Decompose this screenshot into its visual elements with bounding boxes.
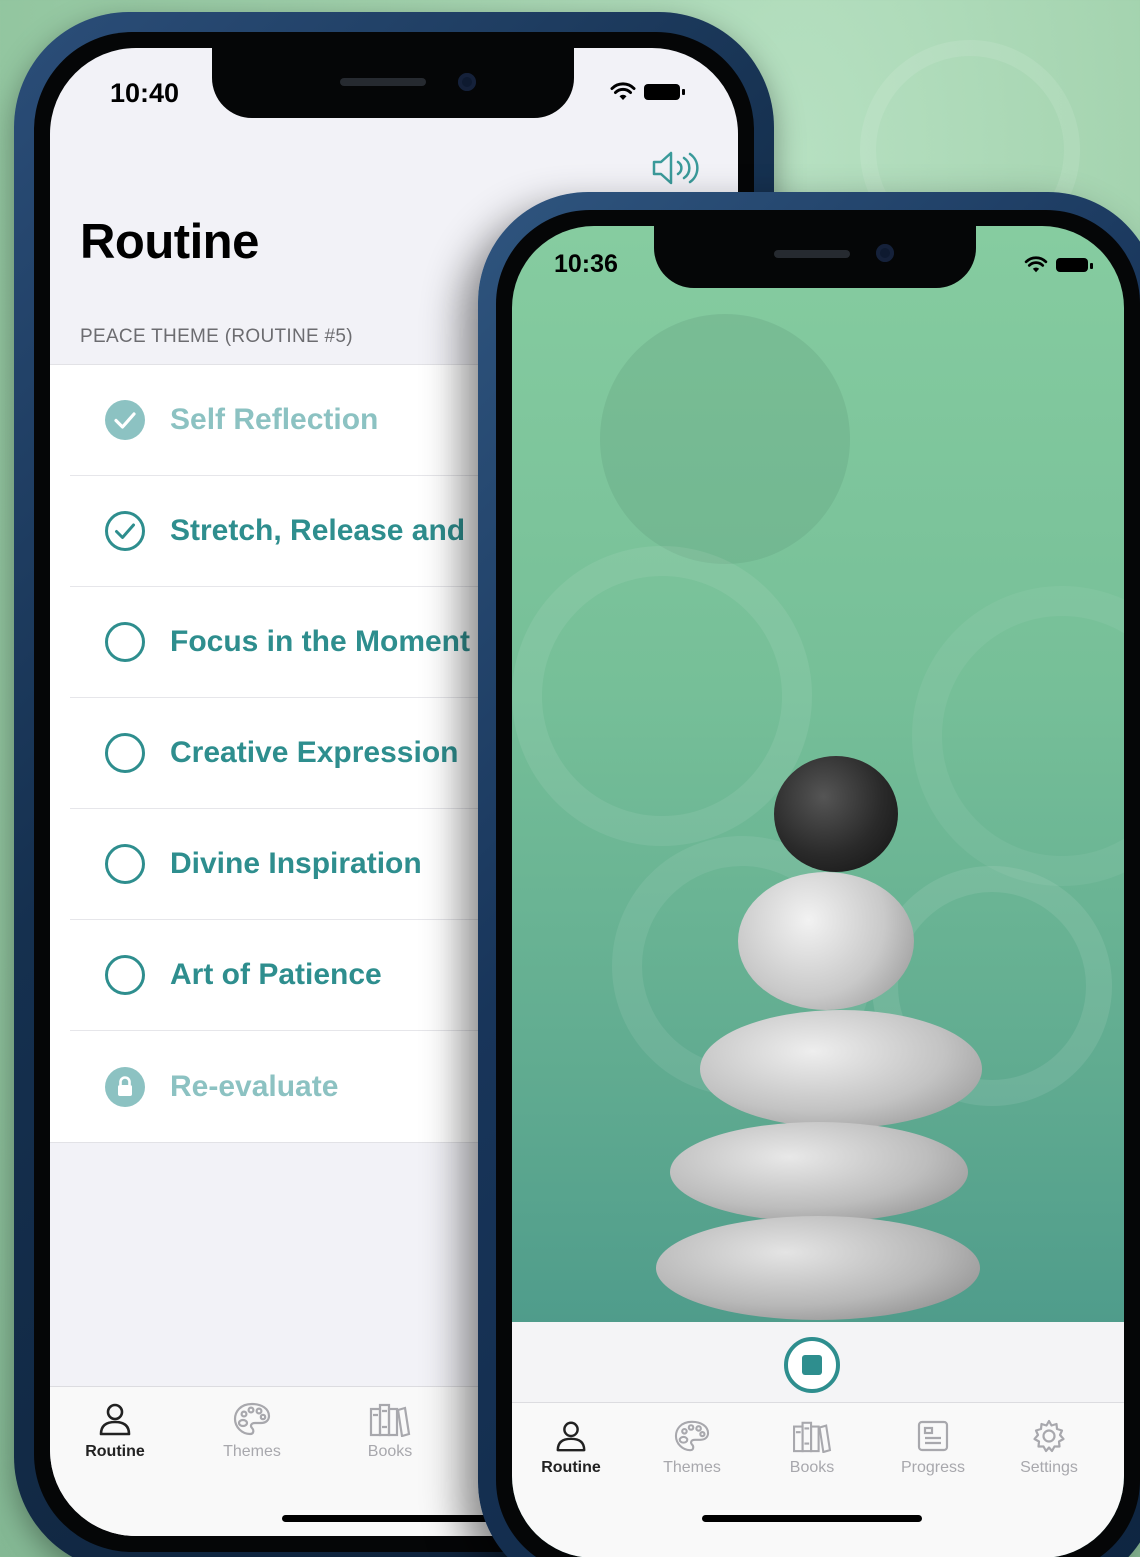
tab-label: Routine <box>85 1443 145 1460</box>
lock-icon <box>104 1066 146 1108</box>
books-icon <box>369 1403 411 1437</box>
battery-icon <box>644 84 685 100</box>
palette-icon <box>674 1420 710 1452</box>
stop-button[interactable] <box>784 1337 840 1393</box>
person-icon <box>99 1403 131 1436</box>
tab-label: Themes <box>663 1459 721 1476</box>
playback-bar <box>512 1322 1124 1402</box>
wifi-icon <box>1024 256 1048 274</box>
notch <box>212 48 574 118</box>
background-ring <box>600 314 850 564</box>
tab-routine[interactable]: Routine <box>80 1401 150 1461</box>
stone-image <box>774 756 898 872</box>
stone-image <box>656 1216 980 1320</box>
palette-icon <box>233 1402 271 1436</box>
gear-icon <box>1033 1419 1065 1453</box>
books-icon <box>793 1421 832 1453</box>
list-item-label: Stretch, Release and <box>170 514 466 547</box>
home-indicator <box>282 1515 512 1522</box>
empty-circle-icon <box>104 954 146 996</box>
notch <box>654 226 976 288</box>
check-filled-icon <box>104 399 146 441</box>
tab-themes[interactable]: Themes <box>212 1401 292 1461</box>
battery-icon <box>1056 258 1093 272</box>
stone-image <box>670 1122 968 1222</box>
phone-meditation-player: 10:36 Routine Themes Books Progress Sett… <box>478 192 1140 1557</box>
section-header: PEACE THEME (ROUTINE #5) <box>80 326 353 347</box>
progress-icon <box>917 1420 949 1452</box>
sound-toggle-icon[interactable] <box>650 148 702 188</box>
status-icons <box>610 82 685 102</box>
page-title: Routine <box>80 215 259 269</box>
tab-label: Progress <box>900 1459 966 1476</box>
meditation-screen: 10:36 Routine Themes Books Progress Sett… <box>512 226 1124 1557</box>
empty-circle-icon <box>104 843 146 885</box>
list-item-label: Self Reflection <box>170 403 379 436</box>
tab-label: Routine <box>541 1459 601 1476</box>
stone-image <box>700 1010 982 1128</box>
list-item-label: Art of Patience <box>170 958 382 991</box>
tab-label: Books <box>367 1443 413 1460</box>
stop-icon <box>802 1355 822 1375</box>
tab-progress[interactable]: Progress <box>886 1419 980 1477</box>
tab-label: Themes <box>223 1443 281 1460</box>
stone-image <box>738 872 914 1010</box>
tab-label: Settings <box>1020 1459 1078 1476</box>
status-icons <box>1024 256 1093 274</box>
status-time: 10:40 <box>110 78 180 108</box>
tab-bar: Routine Themes Books Progress Settings <box>512 1402 1124 1557</box>
list-item-label: Focus in the Moment <box>170 625 470 658</box>
tab-themes[interactable]: Themes <box>652 1419 732 1477</box>
status-time: 10:36 <box>554 250 618 278</box>
background-ring <box>512 546 812 846</box>
tab-books[interactable]: Books <box>350 1401 430 1461</box>
tab-routine[interactable]: Routine <box>536 1419 606 1477</box>
empty-circle-icon <box>104 732 146 774</box>
list-item-label: Creative Expression <box>170 736 459 769</box>
empty-circle-icon <box>104 621 146 663</box>
tab-books[interactable]: Books <box>774 1419 850 1477</box>
check-circle-icon <box>104 510 146 552</box>
home-indicator <box>702 1515 922 1522</box>
tab-label: Books <box>789 1459 835 1476</box>
tab-settings[interactable]: Settings <box>1006 1419 1092 1477</box>
person-icon <box>556 1421 586 1452</box>
wifi-icon <box>610 82 636 102</box>
list-item-label: Divine Inspiration <box>170 847 422 880</box>
background-ring <box>912 586 1124 886</box>
list-item-label: Re-evaluate <box>170 1069 339 1103</box>
